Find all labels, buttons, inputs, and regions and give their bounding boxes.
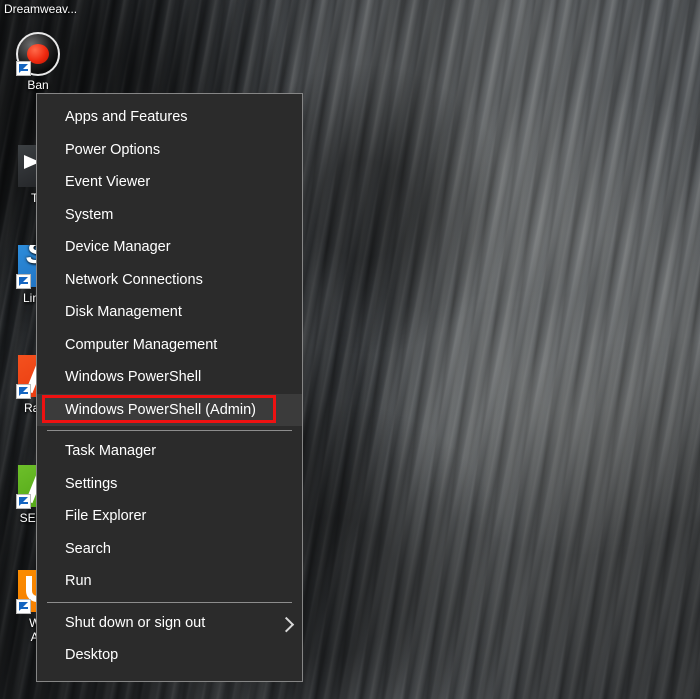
menu-item-device-manager[interactable]: Device Manager <box>37 231 302 264</box>
menu-item-label: System <box>65 206 114 223</box>
menu-item-event-viewer[interactable]: Event Viewer <box>37 166 302 199</box>
shortcut-arrow-icon <box>16 384 31 399</box>
menu-separator-2 <box>37 598 302 607</box>
menu-item-label: Run <box>65 573 92 589</box>
desktop-icon-label-dreamweaver: Dreamweav... <box>4 2 78 16</box>
menu-item-settings[interactable]: Settings <box>37 468 302 501</box>
menu-item-label: Windows PowerShell (Admin) <box>65 401 256 418</box>
menu-item-run[interactable]: Run <box>37 565 302 598</box>
shortcut-arrow-icon <box>16 61 31 76</box>
shortcut-arrow-icon <box>16 599 31 614</box>
desktop-screen: Dreamweav... Ban Th S LinkA <box>0 0 700 699</box>
shortcut-arrow-icon <box>16 494 31 509</box>
menu-item-label: Apps and Features <box>65 109 188 125</box>
menu-item-apps-and-features[interactable]: Apps and Features <box>37 101 302 134</box>
desktop-icon-bandicam[interactable]: Ban <box>2 32 74 92</box>
menu-item-label: Event Viewer <box>65 174 151 190</box>
menu-item-label: File Explorer <box>65 508 147 524</box>
menu-item-windows-powershell[interactable]: Windows PowerShell <box>37 361 302 394</box>
menu-item-label: Shut down or sign out <box>65 614 206 631</box>
menu-separator-1 <box>37 426 302 435</box>
menu-item-computer-management[interactable]: Computer Management <box>37 329 302 362</box>
chevron-right-icon <box>278 616 295 633</box>
bandicam-round-icon <box>16 32 60 76</box>
menu-item-label: Settings <box>65 475 118 492</box>
menu-item-shut-down-or-sign-out[interactable]: Shut down or sign out <box>37 607 302 640</box>
shortcut-arrow-icon <box>16 274 31 289</box>
menu-item-label: Disk Management <box>65 304 182 320</box>
menu-item-label: Network Connections <box>65 271 203 288</box>
menu-item-task-manager[interactable]: Task Manager <box>37 435 302 468</box>
menu-item-windows-powershell-admin[interactable]: Windows PowerShell (Admin) <box>37 393 302 426</box>
menu-item-label: Task Manager <box>65 443 157 459</box>
menu-item-disk-management[interactable]: Disk Management <box>37 296 302 329</box>
menu-item-label: Computer Management <box>65 336 218 353</box>
menu-item-power-options[interactable]: Power Options <box>37 134 302 167</box>
menu-item-label: Search <box>65 540 111 557</box>
menu-item-label: Power Options <box>65 141 161 158</box>
menu-item-label: Desktop <box>65 647 119 663</box>
menu-item-label: Windows PowerShell <box>65 369 202 385</box>
menu-item-file-explorer[interactable]: File Explorer <box>37 500 302 533</box>
win-x-power-user-menu[interactable]: Apps and Features Power Options Event Vi… <box>36 93 303 682</box>
menu-item-desktop[interactable]: Desktop <box>37 639 302 672</box>
menu-item-system[interactable]: System <box>37 199 302 232</box>
desktop-icon-label: Ban <box>27 78 49 92</box>
menu-item-network-connections[interactable]: Network Connections <box>37 264 302 297</box>
menu-item-search[interactable]: Search <box>37 533 302 566</box>
menu-item-label: Device Manager <box>65 239 171 255</box>
